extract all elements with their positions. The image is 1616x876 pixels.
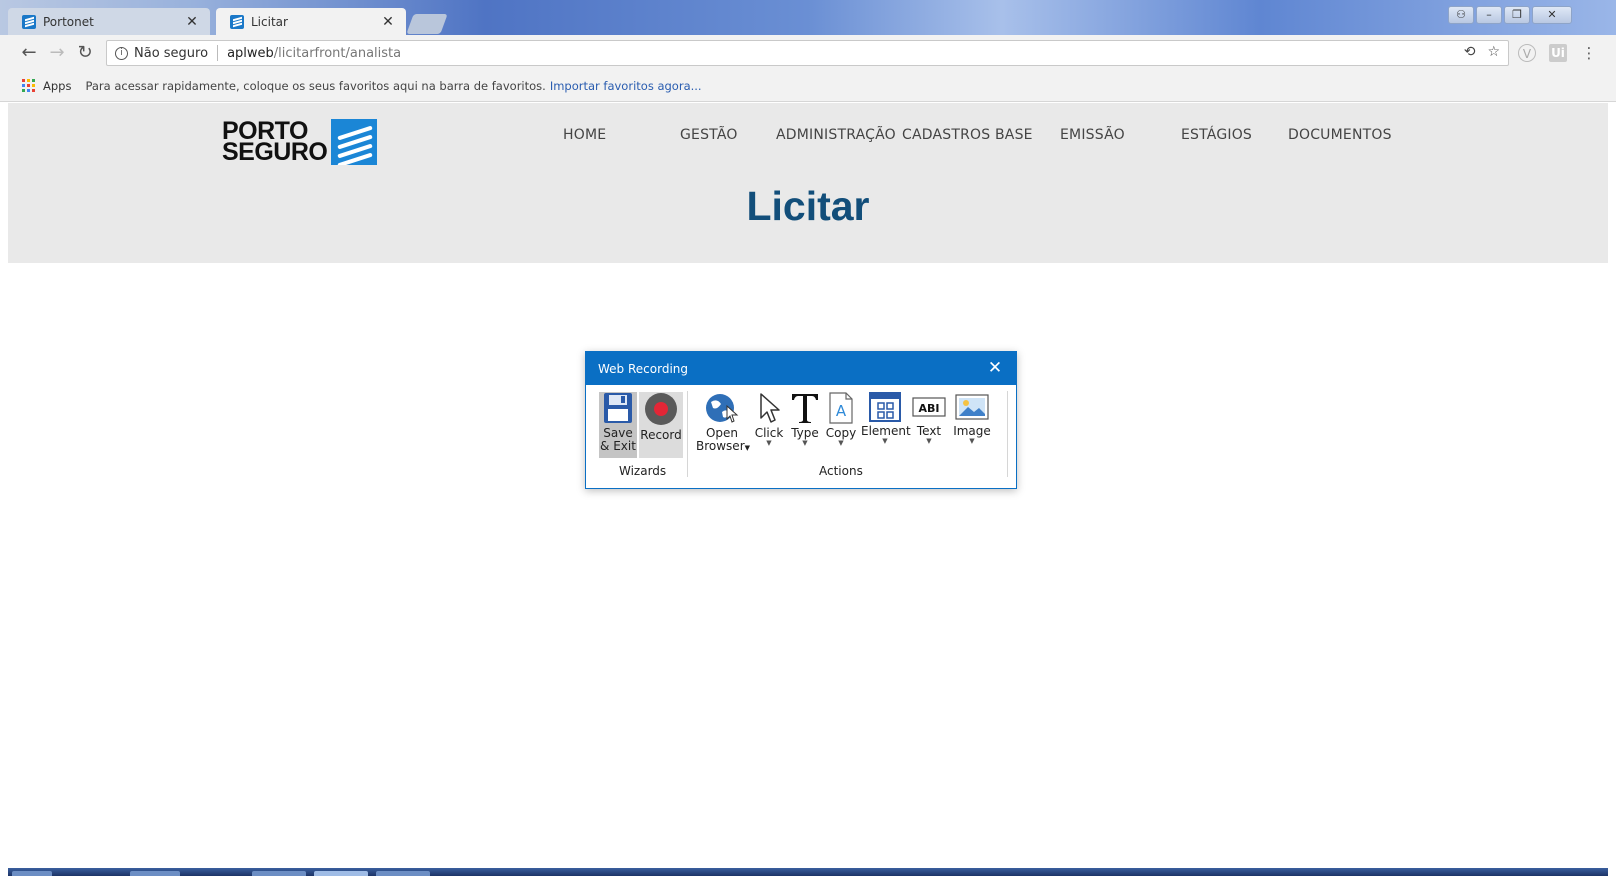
window-controls: ⚇ – ❐ ✕ — [1448, 6, 1572, 24]
apps-link[interactable]: Apps — [43, 79, 71, 93]
porto-favicon-icon — [230, 14, 244, 29]
divider — [217, 45, 219, 61]
close-tab-icon[interactable]: ✕ — [380, 14, 396, 30]
web-recording-dialog: Web Recording ✕ Save & Exit Record Wizar… — [585, 351, 1017, 489]
nav-estagios[interactable]: ESTÁGIOS — [1181, 127, 1252, 143]
taskbar-item[interactable] — [130, 871, 180, 876]
dropdown-caret-icon[interactable]: ▼ — [745, 444, 750, 452]
element-grid-icon — [869, 392, 901, 422]
dropdown-caret-icon[interactable]: ▼ — [789, 440, 821, 447]
open-label-line2: Browser▼ — [696, 439, 750, 453]
porto-favicon-icon — [22, 14, 36, 29]
ribbon: Save & Exit Record Wizards Open Browser▼… — [586, 385, 1016, 485]
dropdown-caret-icon[interactable]: ▼ — [823, 440, 859, 447]
reload-icon[interactable]: ↻ — [74, 43, 96, 63]
dropdown-caret-icon[interactable]: ▼ — [751, 440, 787, 447]
security-indicator[interactable]: Não seguro — [134, 46, 208, 61]
nav-emissao[interactable]: EMISSÃO — [1060, 127, 1125, 143]
open-browser-text: Browser — [696, 439, 745, 453]
nav-documentos[interactable]: DOCUMENTOS — [1288, 127, 1392, 143]
save-exit-button[interactable]: Save & Exit — [599, 392, 637, 458]
url-path: /licitarfront/analista — [273, 45, 402, 61]
type-t-icon — [792, 394, 818, 423]
close-tab-icon[interactable]: ✕ — [184, 14, 200, 30]
screen: Portonet ✕ Licitar ✕ ⚇ – ❐ ✕ ← → ↻ i Não… — [0, 0, 1616, 876]
type-button[interactable]: Type ▼ — [789, 392, 821, 447]
dropdown-caret-icon[interactable]: ▼ — [911, 438, 947, 445]
dialog-title: Web Recording — [598, 361, 688, 376]
text-button[interactable]: ABI Text ▼ — [911, 392, 947, 445]
translate-icon[interactable]: ⟲ — [1464, 44, 1476, 60]
text-extract-icon: ABI — [912, 397, 946, 417]
group-separator — [687, 391, 688, 477]
element-button[interactable]: Element ▼ — [861, 392, 911, 445]
image-landscape-icon — [955, 394, 989, 420]
extension-ui-icon[interactable]: Ui — [1549, 44, 1567, 62]
browser-toolbar: ← → ↻ i Não seguro aplweb/licitarfront/a… — [0, 35, 1616, 70]
record-button[interactable]: Record — [639, 392, 683, 458]
record-icon — [645, 393, 677, 425]
menu-kebab-icon[interactable]: ⋮ — [1580, 44, 1598, 62]
copy-document-icon: A — [829, 392, 853, 424]
user-icon[interactable]: ⚇ — [1448, 6, 1474, 24]
text-icon-glyph: ABI — [919, 402, 940, 415]
apps-grid-icon[interactable] — [22, 79, 35, 92]
address-bar[interactable]: i Não seguro aplweb/licitarfront/analist… — [106, 40, 1509, 66]
nav-gestao[interactable]: GESTÃO — [680, 127, 738, 143]
globe-cursor-icon — [706, 394, 739, 423]
close-window-icon[interactable]: ✕ — [1532, 6, 1572, 24]
extension-v-icon[interactable]: V — [1518, 44, 1536, 62]
site-header: PORTO SEGURO HOME GESTÃO ADMINISTRAÇÃO C… — [8, 103, 1608, 263]
floppy-disk-icon — [604, 393, 632, 423]
mouse-pointer-icon — [760, 393, 780, 423]
omnibox-actions: ⟲ ☆ — [1464, 44, 1500, 60]
minimize-icon[interactable]: – — [1476, 6, 1502, 24]
open-browser-button[interactable]: Open Browser▼ — [696, 392, 750, 455]
tab-portonet[interactable]: Portonet ✕ — [8, 8, 210, 35]
dropdown-caret-icon[interactable]: ▼ — [861, 438, 909, 445]
forward-arrow-icon[interactable]: → — [46, 43, 68, 63]
save-label-line2: & Exit — [600, 439, 636, 453]
image-button[interactable]: Image ▼ — [950, 392, 994, 445]
taskbar-item[interactable] — [376, 871, 430, 876]
copy-button[interactable]: A Copy ▼ — [823, 392, 859, 447]
new-tab-button[interactable] — [406, 14, 448, 34]
dialog-titlebar[interactable]: Web Recording ✕ — [586, 352, 1016, 385]
record-label: Record — [640, 428, 682, 442]
svg-text:A: A — [836, 402, 847, 420]
main-nav: HOME GESTÃO ADMINISTRAÇÃO CADASTROS BASE… — [8, 127, 1608, 151]
os-taskbar — [8, 868, 1608, 876]
group-separator — [1007, 391, 1008, 477]
close-icon[interactable]: ✕ — [986, 359, 1004, 377]
actions-group-label: Actions — [819, 464, 863, 478]
nav-home[interactable]: HOME — [563, 127, 606, 143]
info-icon[interactable]: i — [115, 46, 128, 60]
bookmark-star-icon[interactable]: ☆ — [1487, 44, 1500, 60]
taskbar-item[interactable] — [252, 871, 306, 876]
page-title: Licitar — [746, 183, 870, 229]
bookmarks-hint: Para acessar rapidamente, coloque os seu… — [85, 78, 546, 93]
click-button[interactable]: Click ▼ — [751, 392, 787, 447]
bookmarks-bar: Apps Para acessar rapidamente, coloque o… — [0, 70, 1616, 102]
tab-strip: Portonet ✕ Licitar ✕ ⚇ – ❐ ✕ — [0, 0, 1616, 35]
back-arrow-icon[interactable]: ← — [18, 43, 40, 63]
start-button[interactable] — [12, 871, 52, 876]
nav-cadastros-base[interactable]: CADASTROS BASE — [902, 127, 1033, 143]
tab-title: Licitar — [251, 14, 288, 29]
nav-administracao[interactable]: ADMINISTRAÇÃO — [776, 127, 896, 143]
restore-icon[interactable]: ❐ — [1504, 6, 1530, 24]
dropdown-caret-icon[interactable]: ▼ — [950, 438, 994, 445]
tab-title: Portonet — [43, 14, 94, 29]
taskbar-item[interactable] — [314, 871, 368, 876]
tab-licitar[interactable]: Licitar ✕ — [216, 8, 406, 35]
url-host: aplweb — [227, 45, 274, 61]
wizards-group-label: Wizards — [619, 464, 667, 478]
import-bookmarks-link[interactable]: Importar favoritos agora... — [550, 79, 702, 93]
